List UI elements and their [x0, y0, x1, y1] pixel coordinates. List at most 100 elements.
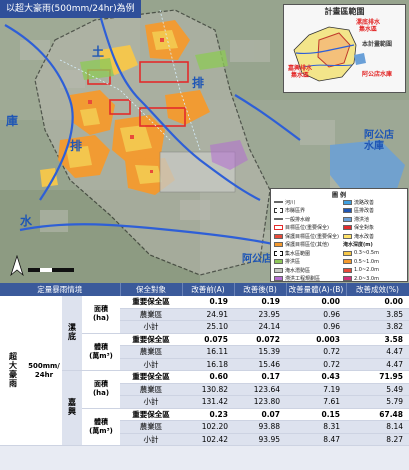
before-cell: 24.91	[182, 308, 234, 321]
before-cell: 130.82	[182, 383, 234, 396]
swatch	[343, 259, 352, 265]
swatch	[274, 250, 283, 256]
swatch	[343, 225, 352, 231]
object-cell: 農業區	[120, 345, 182, 359]
header-before: 改善前(A)	[182, 283, 235, 296]
legend-item: 流路改善	[343, 198, 379, 207]
effect-cell: 5.49	[346, 383, 409, 396]
label-pai-2: 排	[192, 76, 205, 90]
swatch	[343, 250, 352, 256]
reduction-cell: 0.003	[286, 333, 346, 346]
effect-cell: 4.47	[346, 358, 409, 371]
swatch	[343, 276, 352, 282]
after-cell: 0.19	[234, 296, 286, 309]
swatch	[274, 276, 283, 282]
effect-cell: 8.14	[346, 420, 409, 434]
reduction-cell: 0.43	[286, 370, 346, 384]
legend-item: 河川	[274, 198, 339, 207]
object-cell: 重要保全區	[120, 408, 182, 421]
before-cell: 0.23	[182, 408, 234, 421]
north-arrow-icon	[10, 255, 24, 277]
results-table-container: 定量暴雨情境 保全對象 改善前(A) 改善後(B) 改善量體(A)-(B) 改善…	[0, 283, 409, 470]
swatch	[274, 218, 283, 221]
swatch	[343, 233, 352, 239]
object-cell: 重要保全區	[120, 333, 182, 346]
swatch	[274, 208, 283, 214]
effect-cell: 0.00	[346, 296, 409, 309]
before-cell: 131.42	[182, 395, 234, 409]
legend-item: 淹水改善	[343, 232, 379, 241]
legend-item: 2.0~3.0m	[343, 275, 379, 284]
legend-item: 淹水深度(m)	[343, 242, 373, 249]
label-ku: 庫	[6, 114, 19, 128]
flood-map: 以超大豪雨(500mm/24hr)為例 土 庫 排 排 水 阿公店 水庫 阿公店…	[0, 0, 409, 283]
object-cell: 重要保全區	[120, 296, 182, 309]
swatch	[274, 267, 283, 273]
before-cell: 16.18	[182, 358, 234, 371]
effect-cell: 3.82	[346, 320, 409, 334]
after-cell: 0.072	[234, 333, 286, 346]
before-cell: 102.20	[182, 420, 234, 434]
scale-bar	[28, 268, 74, 272]
legend-item: 保全對象	[343, 224, 379, 233]
scenario-cell: 超大豪雨	[0, 296, 26, 446]
object-cell: 小計	[120, 358, 182, 371]
reduction-cell: 0.00	[286, 296, 346, 309]
legend-item: 一般排水線	[274, 215, 339, 224]
table-row: 超大豪雨 500mm/ 24hr 漯底 面積 (ha) 重要保全區 0.19 0…	[0, 296, 409, 446]
object-cell: 農業區	[120, 383, 182, 396]
results-table: 定量暴雨情境 保全對象 改善前(A) 改善後(B) 改善量體(A)-(B) 改善…	[0, 283, 409, 446]
table-body: 超大豪雨 500mm/ 24hr 漯底 面積 (ha) 重要保全區 0.19 0…	[0, 296, 409, 446]
swatch	[274, 233, 283, 239]
swatch	[274, 259, 283, 265]
before-cell: 0.60	[182, 370, 234, 384]
metric-cell: 面積 (ha)	[82, 370, 120, 409]
group-cell: 漯底	[62, 296, 82, 371]
metric-cell: 體積 (萬m³)	[82, 408, 120, 446]
header-reduction: 改善量體(A)-(B)	[286, 283, 347, 296]
effect-cell: 8.27	[346, 433, 409, 446]
inset-label-a: 漯底排水 集水區	[356, 19, 381, 33]
legend-item: 目標區位(重要保全)	[274, 224, 339, 233]
after-cell: 93.88	[234, 420, 286, 434]
after-cell: 0.07	[234, 408, 286, 421]
label-apo: 阿公店	[242, 254, 272, 265]
after-cell: 15.46	[234, 358, 286, 371]
legend-col-left: 河川 市縣區界 一般排水線 目標區位(重要保全) 保護目標區位(重要保全) 保護…	[274, 198, 339, 283]
label-pai-1: 排	[70, 139, 83, 153]
legend-item: 0.5~1.0m	[343, 258, 379, 267]
label-shui: 水	[20, 214, 33, 228]
swatch	[343, 208, 352, 214]
reduction-cell: 0.72	[286, 345, 346, 359]
before-cell: 25.10	[182, 320, 234, 334]
legend-item: 保護目標區位(其他)	[274, 241, 339, 250]
reduction-cell: 8.31	[286, 420, 346, 434]
object-cell: 小計	[120, 395, 182, 409]
effect-cell: 67.48	[346, 408, 409, 421]
after-cell: 0.17	[234, 370, 286, 384]
after-cell: 123.64	[234, 383, 286, 396]
effect-cell: 3.58	[346, 333, 409, 346]
map-title: 以超大豪雨(500mm/24hr)為例	[0, 0, 141, 18]
label-apo-reservoir: 阿公店 水庫	[364, 130, 394, 152]
swatch	[343, 267, 352, 273]
header-effect: 改善成效(%)	[346, 283, 409, 296]
swatch	[274, 225, 283, 231]
map-legend: 圖 例 河川 市縣區界 一般排水線 目標區位(重要保全) 保護目標區位(重要保全…	[270, 188, 408, 282]
before-cell: 0.075	[182, 333, 234, 346]
effect-cell: 3.85	[346, 308, 409, 321]
legend-item: 0.3~0.5m	[343, 249, 379, 258]
after-cell: 123.80	[234, 395, 286, 409]
effect-cell: 5.79	[346, 395, 409, 409]
header-object: 保全對象	[120, 283, 183, 296]
object-cell: 小計	[120, 320, 182, 334]
legend-item: 區排改善	[343, 207, 379, 216]
rain-cell: 500mm/ 24hr	[26, 296, 62, 446]
reduction-cell: 7.19	[286, 383, 346, 396]
table-row: 嘉興 面積 (ha) 重要保全區 0.60 0.17 0.43 71.95	[0, 370, 409, 446]
group-cell: 嘉興	[62, 370, 82, 446]
label-tu: 土	[92, 45, 105, 59]
swatch	[274, 201, 283, 204]
object-cell: 農業區	[120, 420, 182, 434]
reduction-cell: 0.15	[286, 408, 346, 421]
